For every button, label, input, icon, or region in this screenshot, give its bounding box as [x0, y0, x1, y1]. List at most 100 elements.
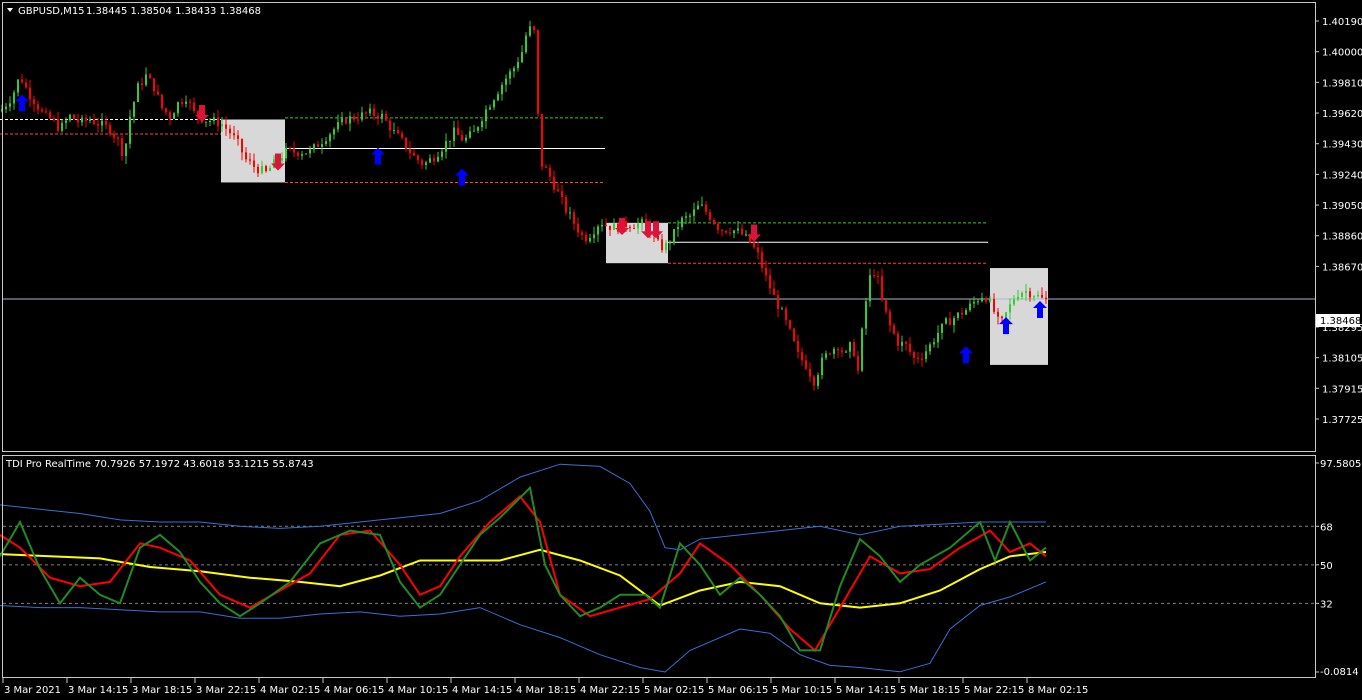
- price-bar-body: [13, 92, 15, 104]
- price-bar-body: [661, 239, 663, 251]
- price-bar-body: [181, 102, 183, 104]
- price-bar-body: [973, 301, 975, 304]
- indicator-title: TDI Pro RealTime 70.7926 57.1972 43.6018…: [5, 459, 314, 470]
- price-axis-label: 1.37725: [1322, 415, 1362, 426]
- price-bar-body: [437, 156, 439, 162]
- price-bar-body: [785, 308, 787, 321]
- price-bar-body: [345, 118, 347, 124]
- price-bar-body: [957, 312, 959, 319]
- time-axis-label: 3 Mar 18:15: [132, 685, 192, 696]
- price-axis-label: 1.39620: [1322, 109, 1362, 120]
- price-bar-body: [401, 133, 403, 138]
- price-bar-body: [993, 299, 995, 312]
- price-bar-body: [41, 109, 43, 112]
- price-bar-body: [589, 238, 591, 242]
- price-bar-body: [297, 152, 299, 156]
- price-bar-body: [65, 120, 67, 123]
- price-bar-body: [633, 228, 635, 230]
- price-bar-body: [809, 368, 811, 377]
- chart-canvas: GBPUSD,M15 1.38445 1.38504 1.38433 1.384…: [0, 0, 1362, 700]
- price-bar-body: [245, 152, 247, 160]
- price-bar-body: [305, 153, 307, 155]
- time-axis-label: 4 Mar 10:15: [388, 685, 448, 696]
- price-bar-body: [953, 318, 955, 326]
- price-bar-body: [677, 227, 679, 229]
- price-bar-body: [905, 341, 907, 344]
- price-axis-label: 1.38670: [1322, 262, 1362, 273]
- price-bar-body: [93, 119, 95, 124]
- price-bar-body: [541, 113, 543, 167]
- price-bar-body: [1009, 304, 1011, 313]
- price-bar-body: [893, 325, 895, 334]
- price-bar-body: [949, 318, 951, 326]
- price-bar-body: [229, 128, 231, 134]
- background: [0, 0, 1362, 700]
- indicator-axis-label: -0.0814: [1320, 667, 1359, 678]
- price-bar-body: [929, 344, 931, 352]
- price-bar-body: [497, 94, 499, 101]
- time-axis-label: 3 Mar 22:15: [196, 685, 256, 696]
- price-bar-body: [493, 100, 495, 108]
- price-bar-body: [921, 358, 923, 360]
- price-bar-body: [353, 116, 355, 120]
- price-bar-body: [429, 158, 431, 163]
- price-axis-label: 1.38860: [1322, 232, 1362, 243]
- price-bar-body: [45, 111, 47, 113]
- price-bar-body: [177, 102, 179, 114]
- price-bar-body: [89, 119, 91, 121]
- price-bar-body: [913, 351, 915, 358]
- price-bar-body: [81, 117, 83, 123]
- price-bar-body: [793, 328, 795, 342]
- price-bar-body: [249, 159, 251, 161]
- price-bar-body: [397, 129, 399, 134]
- price-bar-body: [213, 117, 215, 122]
- price-bar-body: [853, 342, 855, 357]
- price-bar-body: [189, 101, 191, 103]
- price-bar-body: [705, 204, 707, 213]
- price-bar-body: [313, 144, 315, 150]
- price-bar-body: [833, 348, 835, 355]
- price-bar-body: [625, 220, 627, 228]
- price-bar-body: [393, 129, 395, 131]
- price-bar-body: [841, 350, 843, 352]
- time-axis-label: 4 Mar 06:15: [324, 685, 384, 696]
- price-bar-body: [941, 323, 943, 333]
- price-bar-body: [453, 127, 455, 141]
- time-axis-label: 5 Mar 18:15: [900, 685, 960, 696]
- price-axis-label: 1.39240: [1322, 170, 1362, 181]
- price-bar-body: [557, 189, 559, 192]
- time-axis-label: 4 Mar 02:15: [260, 685, 320, 696]
- price-bar-body: [753, 242, 755, 248]
- price-axis-label: 1.37915: [1322, 384, 1362, 395]
- price-bar-body: [293, 148, 295, 153]
- time-axis-label: 5 Mar 22:15: [964, 685, 1024, 696]
- price-bar-body: [825, 353, 827, 358]
- price-bar-body: [9, 103, 11, 107]
- price-bar-body: [697, 205, 699, 210]
- price-bar-body: [777, 295, 779, 310]
- price-bar-body: [341, 118, 343, 123]
- price-bar-body: [665, 242, 667, 251]
- price-bar-body: [417, 155, 419, 161]
- price-bar-body: [937, 332, 939, 343]
- time-axis-label: 4 Mar 22:15: [580, 685, 640, 696]
- price-bar-body: [141, 83, 143, 85]
- price-bar-body: [757, 247, 759, 253]
- price-bar-body: [981, 297, 983, 302]
- price-bar-body: [105, 120, 107, 125]
- price-bar-body: [389, 120, 391, 131]
- price-bar-body: [137, 83, 139, 103]
- price-bar-body: [49, 112, 51, 119]
- price-bar-body: [773, 288, 775, 296]
- price-bar-body: [281, 158, 283, 161]
- price-bar-body: [125, 143, 127, 157]
- price-bar-body: [1025, 291, 1027, 293]
- price-bar-body: [421, 160, 423, 165]
- price-bar-body: [733, 230, 735, 234]
- price-bar-body: [845, 351, 847, 353]
- price-bar-body: [501, 84, 503, 95]
- price-bar-body: [569, 212, 571, 214]
- price-bar-body: [529, 26, 531, 36]
- price-bar-body: [609, 225, 611, 231]
- price-bar-body: [513, 68, 515, 72]
